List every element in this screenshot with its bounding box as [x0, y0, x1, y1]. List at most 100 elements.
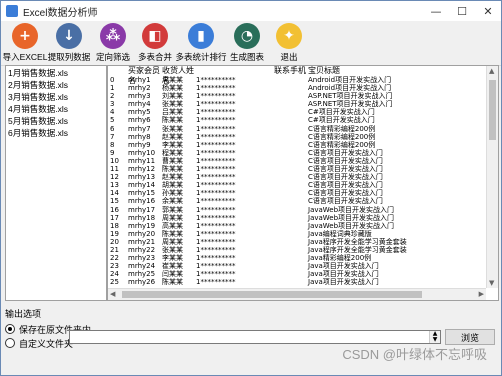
table-row[interactable]: 12 mrhy13 赵某某 1********** C语言项目开发实战入门	[108, 173, 498, 181]
table-cell: 9	[110, 148, 115, 157]
table-row[interactable]: 18 mrhy19 高某某 1********** JavaWeb项目开发实战入门	[108, 222, 498, 230]
table-row[interactable]: 7 mrhy8 赵某某 1********** C语言精彩编程200例	[108, 133, 498, 141]
table-cell: mrhy5	[128, 108, 151, 117]
toolbar-button-label: 退出	[280, 52, 298, 62]
table-cell	[246, 254, 306, 262]
table-cell: C语言项目开发实战入门	[308, 165, 383, 174]
table-row[interactable]: 1 mrhy2 杨某某 1********** Android项目开发实战入门	[108, 84, 498, 92]
radio-icon[interactable]	[5, 338, 15, 348]
table-cell: 1**********	[196, 262, 236, 271]
table-cell: Java编程词典珍藏版	[308, 229, 372, 238]
horizontal-scrollbar[interactable]: ◀ ▶	[108, 288, 486, 300]
table-cell: mrhy15	[128, 189, 156, 198]
table-cell: 1**********	[196, 100, 236, 109]
browse-button[interactable]: 浏览	[445, 329, 495, 345]
table-row[interactable]: 3 mrhy4 张某某 1********** ASP.NET项目开发实战入门	[108, 100, 498, 108]
table-cell: mrhy24	[128, 262, 156, 271]
table-cell: 2	[110, 92, 115, 101]
toolbar-button-label: 提取列数据	[47, 52, 91, 62]
table-cell: Java项目开发实战入门	[308, 278, 379, 287]
file-list-item[interactable]: 1月销售数据.xls	[6, 66, 106, 78]
file-list-item[interactable]: 5月销售数据.xls	[6, 114, 106, 126]
table-cell: Java程序开发全能学习黄金套装	[308, 237, 407, 246]
horizontal-scroll-thumb[interactable]	[122, 291, 422, 298]
table-row[interactable]: 21 mrhy22 张某某 1********** Java程序开发全能学习黄金套装	[108, 246, 498, 254]
table-cell: 1**********	[196, 181, 236, 190]
table-cell: C语言项目开发实战入门	[308, 197, 383, 206]
table-cell: Android项目开发实战入门	[308, 76, 392, 84]
table-cell: C语言精彩编程200例	[308, 132, 376, 141]
toolbar-button[interactable]: ✦ 退出	[269, 23, 309, 63]
column-header[interactable]	[108, 66, 128, 76]
table-row[interactable]: 11 mrhy12 陈某某 1********** C语言项目开发实战入门	[108, 165, 498, 173]
toolbar-button[interactable]: ◔ 生成图表	[227, 23, 267, 63]
grid-header: 买家会员名 收货人姓名 联系手机 宝贝标题	[108, 66, 498, 85]
table-row[interactable]: 19 mrhy20 陈某某 1********** Java编程词典珍藏版	[108, 230, 498, 238]
table-row[interactable]: 15 mrhy16 余某某 1********** C语言项目开发实战入门	[108, 197, 498, 205]
table-cell	[246, 157, 306, 165]
table-cell	[246, 141, 306, 149]
vertical-scrollbar[interactable]: ▲ ▼	[486, 66, 498, 288]
column-header[interactable]: 宝贝标题	[306, 66, 458, 76]
table-cell: 陈某某	[162, 116, 183, 125]
table-row[interactable]: 0 mrhy1 周某某 1********** Android项目开发实战入门	[108, 76, 498, 84]
vertical-scroll-thumb[interactable]	[489, 80, 496, 140]
table-cell: 24	[110, 270, 119, 279]
file-list-item[interactable]: 2月销售数据.xls	[6, 78, 106, 90]
table-row[interactable]: 5 mrhy6 陈某某 1********** C#项目开发实战入门	[108, 116, 498, 124]
table-row[interactable]: 25 mrhy26 陈某某 1********** Java项目开发实战入门	[108, 278, 498, 286]
table-cell: 18	[110, 221, 119, 230]
table-cell	[246, 270, 306, 278]
column-header[interactable]: 联系手机	[246, 66, 306, 76]
table-row[interactable]: 9 mrhy10 程某某 1********** C语言项目开发实战入门	[108, 149, 498, 157]
column-header[interactable]	[196, 66, 246, 76]
data-grid[interactable]: 买家会员名 收货人姓名 联系手机 宝贝标题 0 mrhy1 周某某 1********** A…	[107, 65, 499, 301]
scroll-left-icon[interactable]: ◀	[110, 290, 115, 298]
table-cell: 15	[110, 197, 119, 206]
pie-chart-icon: ◔	[234, 23, 260, 49]
table-cell: mrhy16	[128, 197, 156, 206]
table-cell: 周某某	[162, 237, 183, 246]
spin-icon[interactable]: ▲ ▼	[429, 331, 440, 343]
close-button[interactable]: ✕	[475, 1, 501, 21]
scroll-up-icon[interactable]: ▲	[489, 67, 494, 75]
plus-icon: +	[12, 23, 38, 49]
table-cell: 张某某	[162, 100, 183, 109]
table-cell: 5	[110, 116, 115, 125]
file-list[interactable]: 1月销售数据.xls 2月销售数据.xls 3月销售数据.xls 4月销售数据.xls…	[5, 65, 107, 301]
table-row[interactable]: 16 mrhy17 郭某某 1********** JavaWeb项目开发实战入门	[108, 206, 498, 214]
table-row[interactable]: 10 mrhy11 曹某某 1********** C语言项目开发实战入门	[108, 157, 498, 165]
custom-folder-input[interactable]: ▲ ▼	[69, 330, 441, 344]
toolbar-button[interactable]: ⁂ 定向筛选	[93, 23, 133, 63]
toolbar-button[interactable]: ◧ 多表合并	[135, 23, 175, 63]
column-header[interactable]: 买家会员名	[128, 66, 162, 85]
table-cell: 1**********	[196, 205, 236, 214]
table-row[interactable]: 6 mrhy7 张某某 1********** C语言精彩编程200例	[108, 125, 498, 133]
table-cell: 1**********	[196, 76, 236, 84]
table-cell: 曹某某	[162, 156, 183, 165]
table-row[interactable]: 20 mrhy21 周某某 1********** Java程序开发全能学习黄金套装	[108, 238, 498, 246]
table-row[interactable]: 17 mrhy18 周某某 1********** JavaWeb项目开发实战入门	[108, 214, 498, 222]
scroll-down-icon[interactable]: ▼	[489, 279, 494, 287]
file-list-item[interactable]: 3月销售数据.xls	[6, 90, 106, 102]
scroll-right-icon[interactable]: ▶	[479, 290, 484, 298]
minimize-button[interactable]: —	[423, 1, 449, 21]
table-cell: C语言精彩编程200例	[308, 140, 376, 149]
table-cell: 17	[110, 213, 119, 222]
table-cell: mrhy21	[128, 237, 156, 246]
table-cell	[246, 84, 306, 92]
table-row[interactable]: 23 mrhy24 崔某某 1********** Java项目开发实战入门	[108, 262, 498, 270]
toolbar-button[interactable]: + 导入EXCEL	[3, 23, 47, 63]
window-title: Excel数据分析师	[23, 7, 98, 19]
maximize-button[interactable]: ☐	[449, 1, 475, 21]
toolbar-button[interactable]: ▮ 多表统计排行	[176, 23, 227, 63]
table-cell: Java精彩编程200例	[308, 254, 372, 263]
table-row[interactable]: 22 mrhy23 李某某 1********** Java精彩编程200例	[108, 254, 498, 262]
file-list-item[interactable]: 4月销售数据.xls	[6, 102, 106, 114]
table-cell	[246, 278, 306, 286]
radio-icon[interactable]	[5, 324, 15, 334]
column-header[interactable]: 收货人姓名	[162, 66, 196, 85]
table-row[interactable]: 8 mrhy9 李某某 1********** C语言精彩编程200例	[108, 141, 498, 149]
toolbar-button[interactable]: ↓ 提取列数据	[47, 23, 91, 63]
file-list-item[interactable]: 6月销售数据.xls	[6, 126, 106, 138]
